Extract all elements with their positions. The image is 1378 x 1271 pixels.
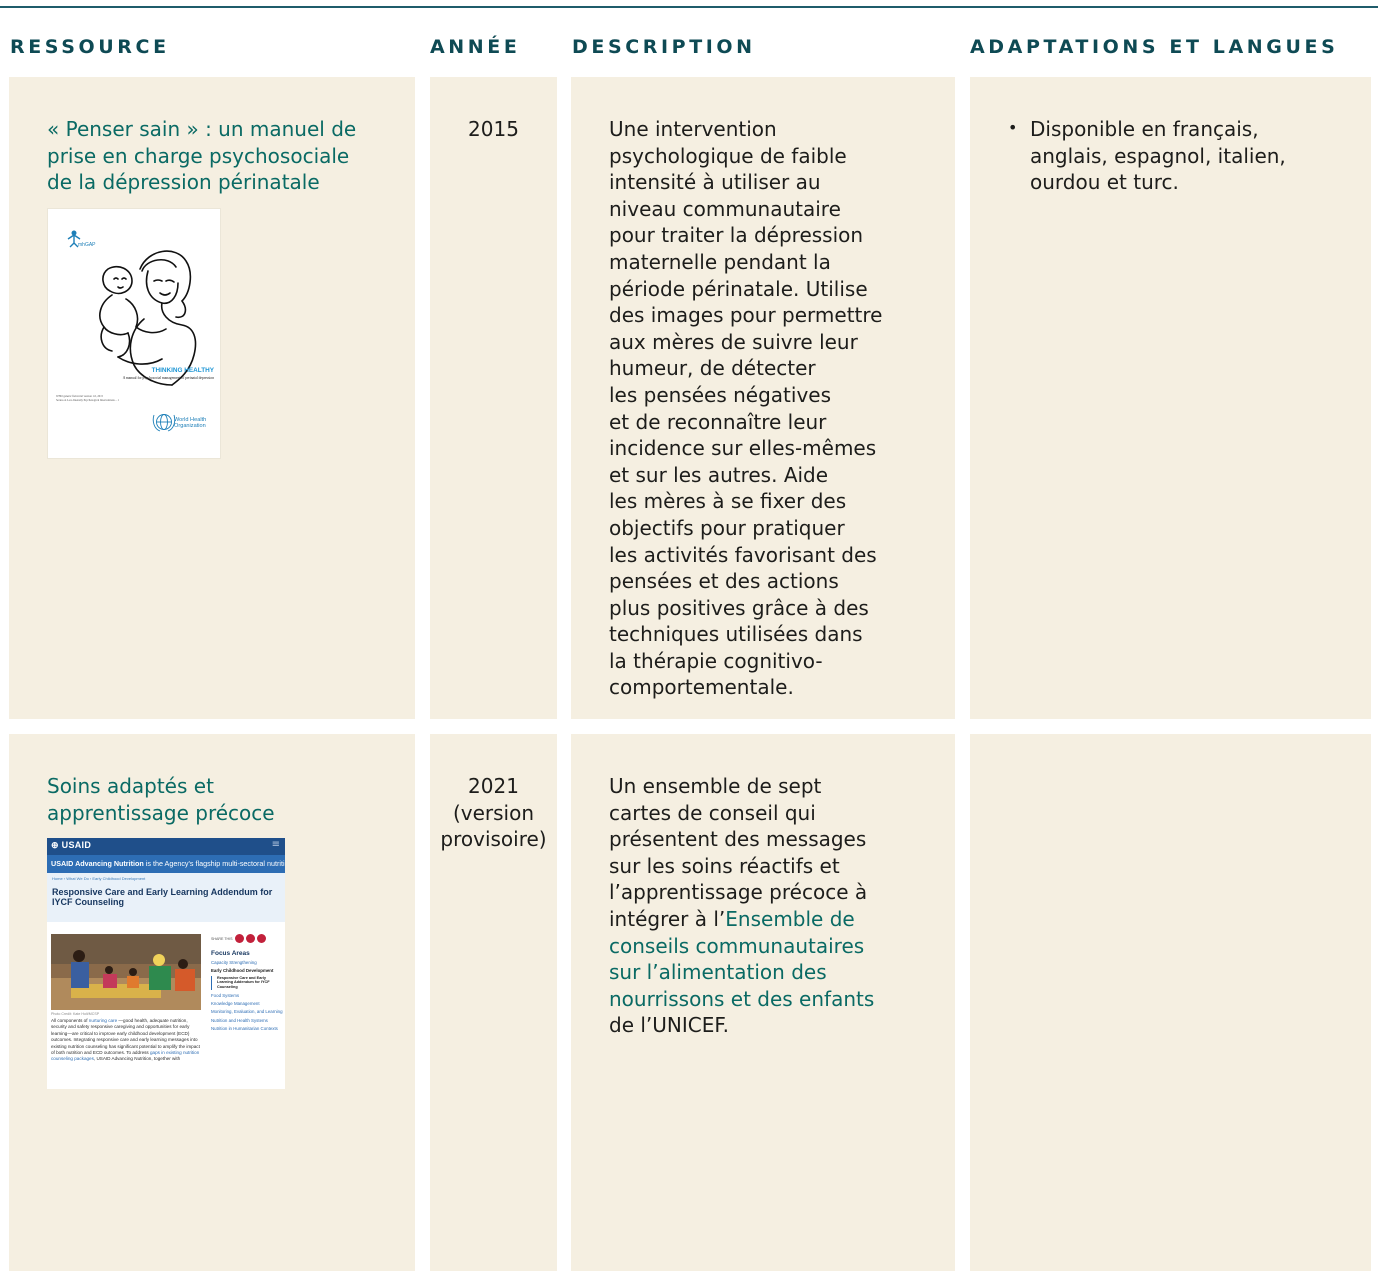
header-description: DESCRIPTION [572,36,756,58]
description-line: maternelle pendant la [609,249,831,274]
row2-adaptations-cell [970,734,1371,1271]
header-adaptations: ADAPTATIONS ET LANGUES [970,36,1339,58]
description-prefix: intégrer à l’ [609,906,726,931]
year-line: provisoire) [440,827,547,852]
description-line: techniques utilisées dans [609,622,863,647]
description-line: pensées et des actions [609,569,839,594]
mothers-children-photo [51,934,201,1010]
unicef-package-link[interactable]: conseils communautaires [609,933,929,960]
resource-title-line[interactable]: prise en charge psychosociale [47,143,407,170]
cover-series-line: Series on Low-Intensity Psychological In… [56,399,120,402]
description-line: et de reconnaître leur [609,409,827,434]
description-line: l’apprentissage précoce à [609,880,868,905]
description-line: incidence sur elles-mêmes [609,436,877,461]
adaptations-line: Disponible en français, [1030,117,1259,141]
email-icon [256,934,266,943]
usaid-page-title: Responsive Care and Early Learning Adden… [52,887,273,907]
year-line: 2021 [468,774,519,798]
year-2021: 2021 (version provisoire) [430,773,557,853]
description-line: des images pour permettre [609,303,883,328]
cover-series-line: WHO generic field-trial version 1.0, 201… [56,395,104,398]
thinking-healthy-cover-image: mhGAP THINKING HEALTHY A manual for psyc… [47,208,221,459]
description-line: la thérapie cognitivo- [609,648,823,673]
usaid-hero: Home › What We Do › Early Childhood Deve… [47,873,285,922]
focus-subitem: Responsive Care and Early Learning Adden… [211,975,283,990]
year-line: (version [452,800,535,825]
description-line: cartes de conseil qui [609,800,816,825]
description-line: et sur les autres. Aide [609,462,829,487]
usaid-tagline-band: USAID Advancing Nutrition is the Agency'… [47,855,285,873]
description-line: niveau communautaire [609,196,841,221]
focus-item: Food Systems [211,992,240,998]
resource-title-responsive-care[interactable]: Soins adaptés et apprentissage précoce [47,773,407,826]
top-rule [0,6,1378,8]
year-2015: 2015 [468,117,519,141]
focus-areas-sidebar: SHARE THIS Focus Areas Capacity Strength… [211,934,283,1032]
description-line: comportementale. [609,675,794,700]
adaptations-line: ourdou et turc. [1030,170,1179,195]
focus-item: Nutrition in Humanitarian Contexts [211,1026,278,1032]
twitter-icon [234,934,244,943]
usaid-header-bar: ⊕ USAID ≡ [47,838,285,855]
unicef-package-link[interactable]: sur l’alimentation des [609,959,929,986]
nurturing-care-link: nurturing care [88,1018,118,1023]
description-line: intensité à utiliser au [609,170,821,195]
menu-icon: ≡ [271,839,280,850]
mother-baby-illustration [99,250,197,386]
share-label: SHARE THIS [211,936,233,941]
usaid-paragraph: All components of nurturing care —good h… [51,1018,200,1062]
description-line: psychologique de faible [609,143,847,168]
description-responsive-care: Un ensemble de sept cartes de conseil qu… [609,773,929,1039]
description-line: pour traiter la dépression [609,223,864,248]
who-emblem-icon [152,414,176,432]
description-line: humeur, de détecter [609,356,816,381]
description-line: sur les soins réactifs et [609,853,840,878]
cover-org-line: Organization [174,423,206,429]
focus-item: Monitoring, Evaluation, and Learning [211,1009,283,1015]
focus-item-current: Early Childhood Development [211,968,274,974]
description-line: période périnatale. Utilise [609,276,868,301]
adaptations-line: anglais, espagnol, italien, [1030,143,1286,168]
description-line: les activités favorisant des [609,542,877,567]
description-line: objectifs pour pratiquer [609,515,845,540]
header-resource: RESSOURCE [10,36,170,58]
cover-logo-text: mhGAP [78,242,96,248]
adaptations-list: Disponible en français, anglais, espagno… [1008,115,1328,196]
tagline-rest: is the Agency's flagship multi-sectoral … [145,859,285,868]
header-year: ANNÉE [430,36,521,58]
resource-title-line[interactable]: apprentissage précoce [47,800,407,827]
resource-title-line[interactable]: « Penser sain » : un manuel de [47,116,407,143]
description-line: Une intervention [609,117,777,141]
description-line: de l’UNICEF. [609,1013,730,1038]
adaptations-item: Disponible en français, anglais, espagno… [1008,115,1328,196]
tagline-bold: USAID Advancing Nutrition [51,859,144,868]
resource-title-thinking-healthy[interactable]: « Penser sain » : un manuel de prise en … [47,116,407,196]
description-line: intégrer à l’Ensemble de [609,906,929,933]
focus-item: Nutrition and Health Systems [211,1017,268,1023]
focus-areas-heading: Focus Areas [211,950,250,957]
description-line: les mères à se fixer des [609,489,847,514]
usaid-page-screenshot-image: ⊕ USAID ≡ USAID Advancing Nutrition is t… [47,838,285,1089]
cover-title: THINKING HEALTHY [152,367,215,374]
usaid-logo: ⊕ USAID [51,840,92,850]
description-line: les pensées négatives [609,382,832,407]
description-line: Un ensemble de sept [609,774,822,798]
row1-year-cell [430,77,557,719]
description-line: aux mères de suivre leur [609,329,858,354]
facebook-icon [245,934,255,943]
unicef-package-link[interactable]: nourrissons et des enfants [609,986,929,1013]
unicef-package-link[interactable]: Ensemble de [725,907,854,931]
focus-item: Knowledge Management [211,1001,260,1006]
cover-subtitle: A manual for psychosocial management of … [123,376,215,380]
usaid-body: Photo Credit: Kate Holt/MCSP All compone… [47,922,285,1089]
description-line: plus positives grâce à des [609,595,869,620]
description-line: présentent des messages [609,827,867,852]
description-thinking-healthy: Une intervention psychologique de faible… [609,116,929,701]
share-row: SHARE THIS [211,934,283,943]
breadcrumb: Home › What We Do › Early Childhood Deve… [52,876,146,881]
photo-credit: Photo Credit: Kate Holt/MCSP [51,1012,100,1016]
resource-title-line[interactable]: de la dépression périnatale [47,169,407,196]
focus-item: Capacity Strengthening [211,960,257,965]
resource-title-line[interactable]: Soins adaptés et [47,773,407,800]
